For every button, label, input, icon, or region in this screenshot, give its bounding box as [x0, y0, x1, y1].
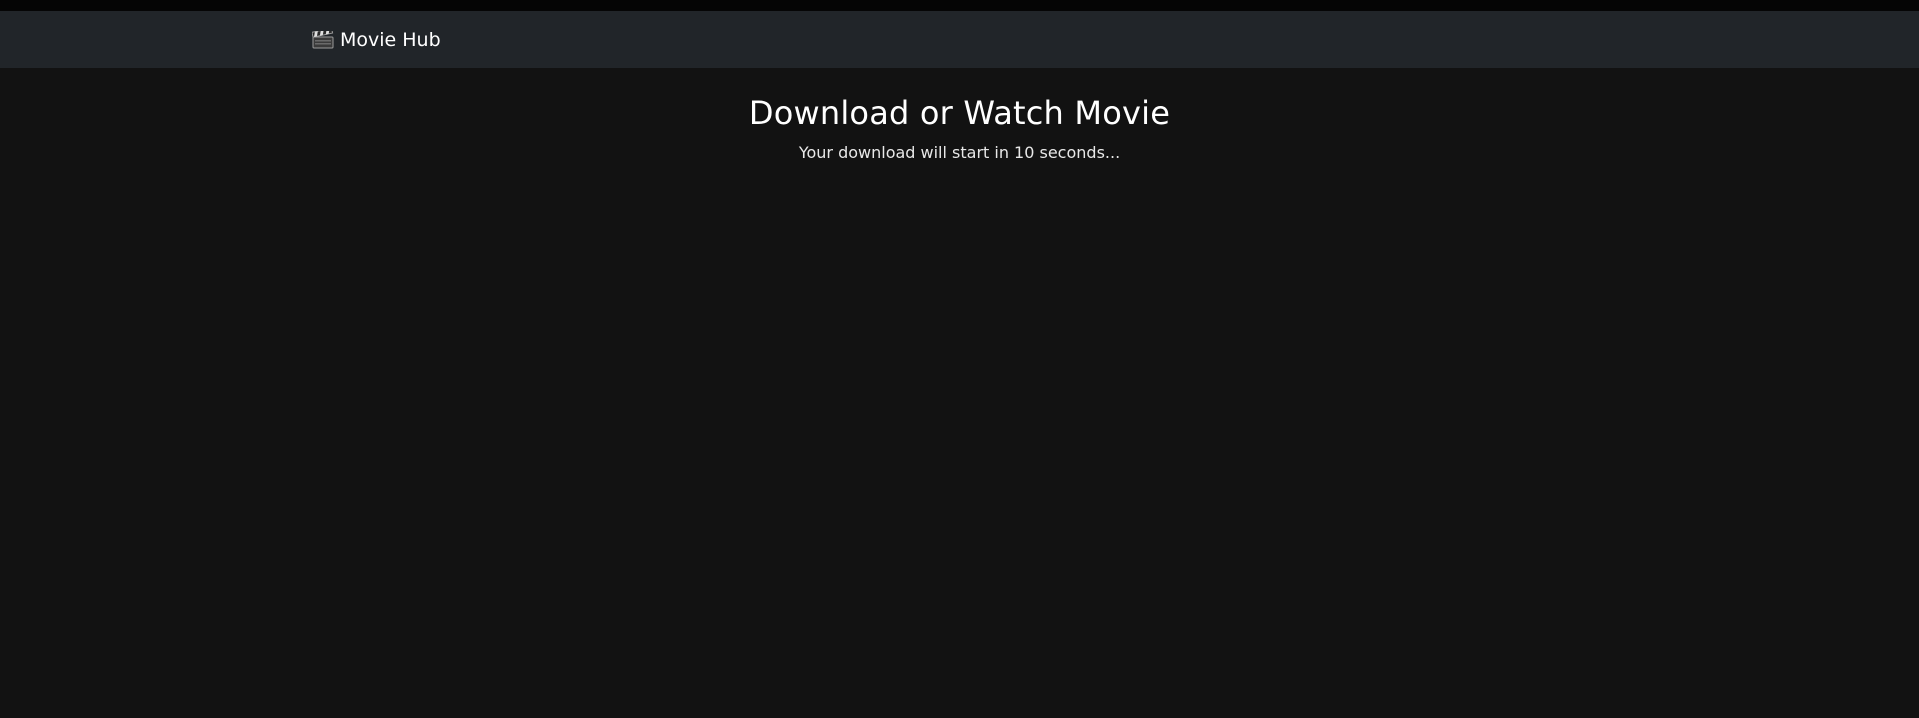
- page-title: Download or Watch Movie: [748, 94, 1171, 132]
- main-content: Download or Watch Movie Your download wi…: [0, 68, 1919, 163]
- download-countdown-message: Your download will start in 10 seconds..…: [798, 143, 1121, 162]
- navbar: Movie Hub: [0, 11, 1919, 68]
- clapperboard-icon: [312, 30, 334, 49]
- brand-label: Movie Hub: [340, 28, 441, 51]
- brand-link[interactable]: Movie Hub: [312, 11, 441, 68]
- top-strip: [0, 0, 1919, 11]
